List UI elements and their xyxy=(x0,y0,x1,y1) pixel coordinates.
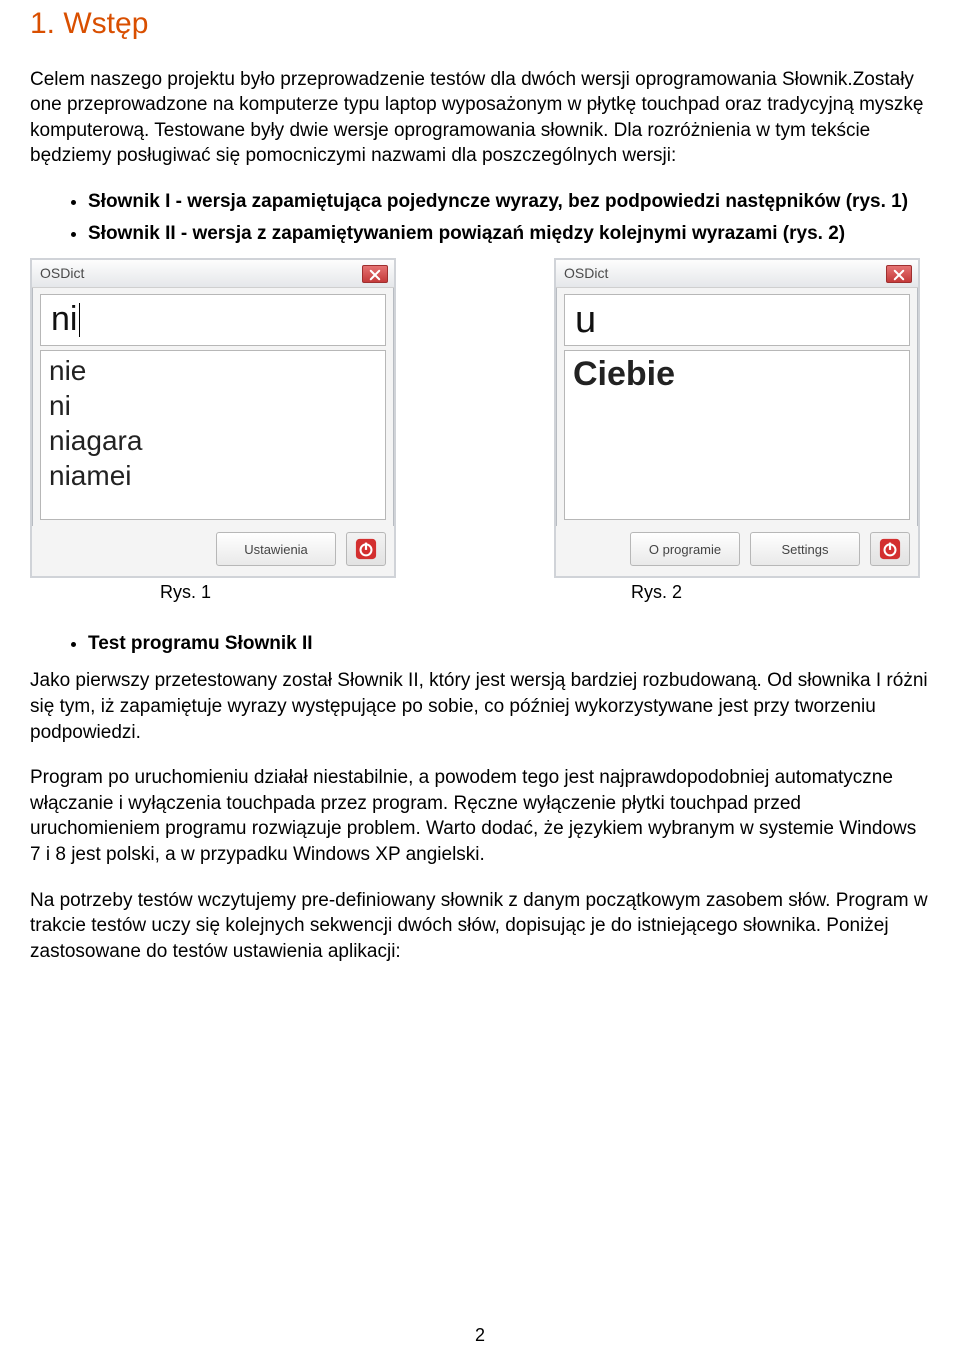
about-button[interactable]: O programie xyxy=(630,532,740,566)
body-paragraph: Na potrzeby testów wczytujemy pre-defini… xyxy=(30,888,930,965)
window-title: OSDict xyxy=(564,264,608,283)
list-item: Test programu Słownik II xyxy=(88,631,930,657)
close-icon[interactable] xyxy=(362,265,388,283)
page-number: 2 xyxy=(0,1323,960,1347)
section-heading: 1. Wstęp xyxy=(30,0,930,45)
search-input[interactable]: ni xyxy=(40,294,386,346)
list-item[interactable]: nie xyxy=(49,353,377,388)
test-heading-list: Test programu Słownik II xyxy=(30,631,930,657)
osdict-window-fig1: OSDict ni nie ni niagara niamei Ustawien… xyxy=(30,258,396,578)
settings-button[interactable]: Ustawienia xyxy=(216,532,336,566)
window-title: OSDict xyxy=(40,264,84,283)
suggestion-list[interactable]: Ciebie xyxy=(564,350,910,520)
power-icon xyxy=(355,538,377,560)
button-bar: O programie Settings xyxy=(556,526,918,576)
list-item[interactable]: Ciebie xyxy=(573,353,901,396)
list-item: Słownik II - wersja z zapamiętywaniem po… xyxy=(88,221,930,247)
titlebar: OSDict xyxy=(556,260,918,288)
power-button[interactable] xyxy=(870,532,910,566)
osdict-window-fig2: OSDict u Ciebie O programie Settings xyxy=(554,258,920,578)
list-item[interactable]: niagara xyxy=(49,423,377,458)
body-paragraph: Program po uruchomieniu działał niestabi… xyxy=(30,765,930,868)
button-bar: Ustawienia xyxy=(32,526,394,576)
power-icon xyxy=(879,538,901,560)
list-item: Słownik I - wersja zapamiętująca pojedyn… xyxy=(88,189,930,215)
figure-caption-1: Rys. 1 xyxy=(160,580,211,604)
figure-caption-2: Rys. 2 xyxy=(631,580,682,604)
list-item[interactable]: niamei xyxy=(49,458,377,493)
suggestion-list[interactable]: nie ni niagara niamei xyxy=(40,350,386,520)
settings-button[interactable]: Settings xyxy=(750,532,860,566)
intro-paragraph: Celem naszego projektu było przeprowadze… xyxy=(30,67,930,170)
close-icon[interactable] xyxy=(886,265,912,283)
power-button[interactable] xyxy=(346,532,386,566)
figure-captions: Rys. 1 Rys. 2 xyxy=(30,580,930,604)
titlebar: OSDict xyxy=(32,260,394,288)
body-paragraph: Jako pierwszy przetestowany został Słown… xyxy=(30,668,930,745)
search-input[interactable]: u xyxy=(564,294,910,346)
list-item[interactable]: ni xyxy=(49,388,377,423)
version-list: Słownik I - wersja zapamiętująca pojedyn… xyxy=(30,189,930,246)
